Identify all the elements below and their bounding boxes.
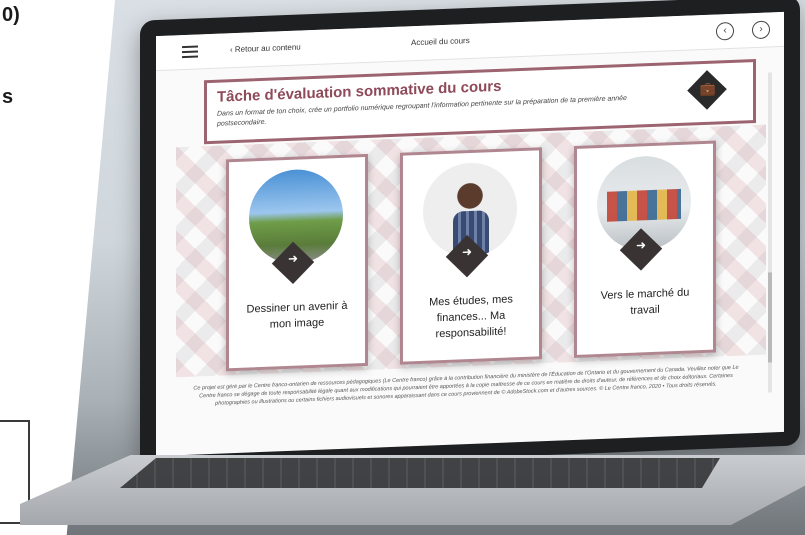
menu-icon[interactable] — [182, 45, 198, 59]
laptop-keyboard — [120, 458, 720, 488]
module-card-3[interactable]: ➜ Vers le marché du travail — [574, 140, 716, 359]
card-label: Mes études, mes finances... Ma responsab… — [429, 293, 513, 341]
card-label: Vers le marché du travail — [600, 286, 690, 317]
module-card-1[interactable]: ➜ Dessiner un avenir à mon image — [226, 153, 368, 372]
course-home-title: Accueil du cours — [411, 36, 470, 48]
fragment-text-top: 0) — [2, 4, 20, 26]
briefcase-icon[interactable]: 💼 — [687, 70, 727, 110]
card-label: Dessiner un avenir à mon image — [246, 299, 348, 331]
page-scrollbar[interactable] — [768, 72, 772, 393]
next-page-icon[interactable]: › — [752, 20, 770, 40]
back-to-content-link[interactable]: ‹ Retour au contenu — [230, 43, 301, 55]
back-label: Retour au contenu — [234, 42, 301, 55]
module-card-2[interactable]: ➜ Mes études, mes finances... Ma respons… — [400, 147, 542, 365]
course-screen: ‹ Retour au contenu Accueil du cours ‹ ›… — [156, 11, 784, 457]
previous-page-icon[interactable]: ‹ — [716, 21, 734, 41]
scrollbar-thumb[interactable] — [768, 272, 772, 363]
fragment-text-middle: s — [2, 86, 14, 108]
